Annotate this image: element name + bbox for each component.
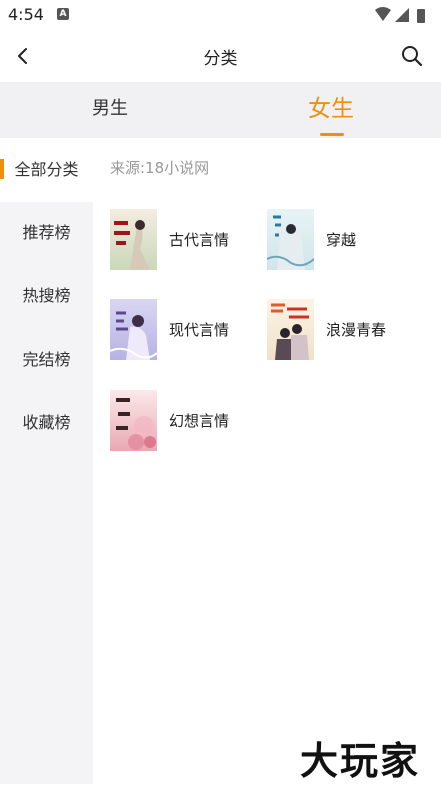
category-item[interactable]: 幻想言情 (110, 390, 260, 452)
sidebar-item-label: 全部分类 (14, 160, 79, 179)
book-cover (267, 209, 314, 270)
category-item[interactable]: 现代言情 (110, 299, 260, 361)
status-icons (375, 7, 425, 23)
sidebar-item-all[interactable]: 全部分类 (0, 138, 93, 202)
tab-female[interactable]: 女生 (221, 82, 441, 138)
sidebar-item-recommend[interactable]: 推荐榜 (0, 202, 93, 264)
sidebar-item-label: 推荐榜 (22, 223, 71, 242)
page-title: 分类 (203, 49, 238, 69)
source-label: 来源:18小说网 (110, 159, 210, 177)
category-label: 浪漫青春 (326, 321, 387, 339)
sidebar-item-label: 热搜榜 (22, 286, 71, 305)
sidebar-item-finished[interactable]: 完结榜 (0, 329, 93, 391)
book-cover (110, 299, 157, 360)
sidebar-item-label: 完结榜 (22, 350, 71, 369)
category-label: 现代言情 (169, 321, 230, 339)
book-cover (267, 299, 314, 360)
battery-icon (417, 9, 425, 23)
active-tab-indicator (320, 133, 344, 136)
gender-tabs: 男生 女生 (0, 82, 441, 138)
watermark: 大玩家 (300, 738, 421, 783)
sidebar: 全部分类 推荐榜 热搜榜 完结榜 收藏榜 (0, 138, 93, 784)
sidebar-item-label: 收藏榜 (22, 413, 71, 432)
category-item[interactable]: 穿越 (267, 209, 417, 271)
category-label: 幻想言情 (169, 412, 230, 430)
category-label: 古代言情 (169, 231, 230, 249)
category-item[interactable]: 古代言情 (110, 209, 260, 271)
signal-icon (395, 8, 409, 22)
nav-bar: 分类 (0, 30, 441, 82)
book-cover (110, 209, 157, 270)
sidebar-item-favorites[interactable]: 收藏榜 (0, 392, 93, 454)
wifi-icon (375, 7, 391, 21)
tab-male[interactable]: 男生 (0, 82, 220, 138)
search-icon[interactable] (399, 43, 425, 69)
status-time: 4:54 (8, 5, 44, 24)
category-item[interactable]: 浪漫青春 (267, 299, 417, 361)
sidebar-item-hot[interactable]: 热搜榜 (0, 265, 93, 327)
active-indicator (0, 159, 4, 179)
category-label: 穿越 (326, 231, 357, 249)
book-cover (110, 390, 157, 451)
notification-a-icon: A (57, 8, 69, 20)
status-bar: 4:54 A (0, 0, 441, 30)
